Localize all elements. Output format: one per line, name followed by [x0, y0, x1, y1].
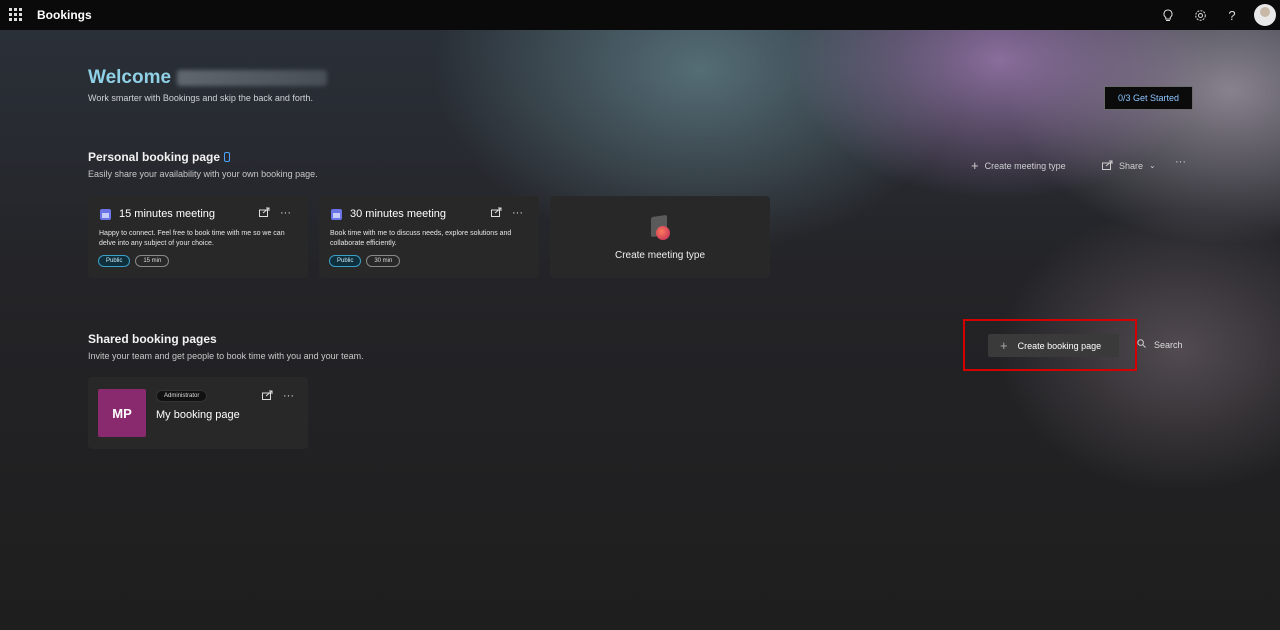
top-bar: Bookings ? [0, 0, 1280, 30]
welcome-text: Welcome [88, 67, 172, 88]
create-booking-page-label: Create booking page [1017, 340, 1102, 351]
share-icon[interactable] [259, 207, 270, 220]
meeting-card-title: 15 minutes meeting [100, 208, 215, 220]
app-title[interactable]: Bookings [37, 8, 92, 22]
booking-page-avatar: MP [98, 389, 146, 437]
personal-section-title: Personal booking page [88, 150, 231, 164]
welcome-heading: Welcome [88, 67, 328, 89]
share-label: Share [1119, 160, 1144, 171]
search-button[interactable]: Search [1137, 339, 1183, 350]
card-tools: ··· [491, 207, 523, 220]
more-options-button[interactable]: ··· [1175, 156, 1186, 168]
calendar-icon [331, 208, 342, 220]
create-meeting-icon [647, 214, 673, 242]
welcome-subtitle: Work smarter with Bookings and skip the … [88, 93, 313, 103]
share-icon[interactable] [262, 390, 273, 403]
card-tools: ··· [259, 207, 291, 220]
more-icon[interactable]: ··· [283, 390, 294, 403]
gear-icon[interactable] [1184, 0, 1216, 30]
create-meeting-type-label: Create meeting type [614, 249, 706, 261]
meeting-description: Happy to connect. Feel free to book time… [99, 230, 285, 247]
get-started-progress: 0/3 [1117, 93, 1131, 103]
duration-badge: 30 min [366, 255, 401, 267]
card-tools: ··· [262, 390, 294, 403]
top-bar-actions: ? [1152, 0, 1280, 30]
create-meeting-type-card[interactable]: Create meeting type [550, 196, 770, 278]
more-icon[interactable]: ··· [512, 207, 523, 220]
meeting-title: 15 minutes meeting [119, 208, 215, 220]
booking-page-name: My booking page [156, 409, 240, 421]
booking-page-card[interactable]: MP Administrator ··· My booking page [88, 377, 308, 449]
meeting-badges: Public 30 min [329, 255, 401, 267]
meeting-card[interactable]: 30 minutes meeting ··· Book time with me… [319, 196, 539, 278]
main-area [0, 30, 1280, 630]
more-icon[interactable]: ··· [280, 207, 291, 220]
share-icon [1102, 158, 1113, 173]
get-started-label: Get Started [1133, 93, 1180, 103]
help-icon[interactable]: ? [1216, 0, 1248, 30]
meeting-card-title: 30 minutes meeting [331, 208, 446, 220]
avatar[interactable] [1254, 4, 1276, 26]
search-label: Search [1154, 339, 1183, 350]
search-icon [1137, 339, 1146, 350]
share-icon[interactable] [491, 207, 502, 220]
calendar-icon [100, 208, 111, 220]
create-booking-page-button[interactable]: + Create booking page [988, 334, 1119, 357]
share-action[interactable]: Share ⌄ [1102, 158, 1156, 173]
get-started-button[interactable]: 0/3 Get Started [1104, 86, 1193, 110]
waffle-icon[interactable] [9, 8, 22, 21]
visibility-badge: Public [98, 255, 131, 267]
meeting-card[interactable]: 15 minutes meeting ··· Happy to connect.… [88, 196, 308, 278]
personal-section-subtitle: Easily share your availability with your… [88, 169, 318, 179]
plus-icon: + [1000, 338, 1008, 353]
phone-icon[interactable] [224, 152, 231, 162]
lightbulb-icon[interactable] [1152, 0, 1184, 30]
personal-title-text: Personal booking page [88, 150, 221, 164]
shared-section-title: Shared booking pages [88, 332, 217, 346]
chevron-down-icon: ⌄ [1149, 161, 1156, 170]
create-meeting-type-action[interactable]: + Create meeting type [971, 158, 1066, 173]
visibility-badge: Public [329, 255, 362, 267]
role-badge: Administrator [156, 390, 208, 402]
blurred-user-name [177, 69, 328, 86]
shared-section-subtitle: Invite your team and get people to book … [88, 351, 364, 361]
duration-badge: 15 min [135, 255, 170, 267]
plus-icon: + [971, 158, 979, 173]
meeting-badges: Public 15 min [98, 255, 170, 267]
create-meeting-type-label: Create meeting type [984, 160, 1066, 171]
meeting-title: 30 minutes meeting [350, 208, 446, 220]
meeting-description: Book time with me to discuss needs, expl… [330, 230, 512, 247]
